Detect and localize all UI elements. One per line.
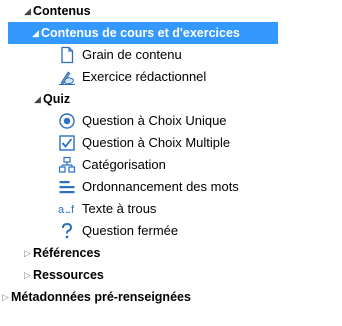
tree-node-label: Grain de contenu — [82, 47, 182, 62]
writing-hand-icon — [58, 68, 76, 86]
question-mark-icon — [58, 222, 76, 240]
svg-text:f: f — [71, 204, 75, 216]
tree-node-qcm[interactable]: Question à Choix Multiple — [58, 132, 230, 154]
tree-node-label: Question à Choix Multiple — [82, 135, 231, 150]
collapsed-arrow-icon[interactable]: ▷ — [24, 264, 33, 286]
tree-node-label: Métadonnées pré-renseignées — [11, 290, 191, 304]
tree-node-label: Quiz — [43, 92, 71, 106]
radio-icon — [58, 112, 76, 130]
checkbox-icon — [58, 134, 76, 152]
tree-node-label: Contenus — [33, 4, 91, 18]
tree-node-label: Catégorisation — [82, 157, 166, 172]
tree-node-contenus[interactable]: ◢ Contenus — [24, 0, 91, 22]
collapsed-arrow-icon[interactable]: ▷ — [2, 286, 11, 308]
tree-node-label: Question à Choix Unique — [82, 113, 227, 128]
tree-node-exercice[interactable]: Exercice rédactionnel — [58, 66, 206, 88]
tree-node-texte-trous[interactable]: a f Texte à trous — [58, 198, 156, 220]
tree-node-label: Question fermée — [82, 223, 179, 238]
hierarchy-icon — [58, 156, 76, 174]
page-icon — [58, 46, 76, 64]
tree-node-contenus-cours[interactable]: ◢ Contenus de cours et d'exercices — [8, 22, 278, 44]
expanded-arrow-icon[interactable]: ◢ — [24, 0, 33, 22]
fill-blank-icon: a f — [58, 200, 76, 218]
tree-node-ordonnancement[interactable]: Ordonnancement des mots — [58, 176, 239, 198]
tree-node-label: Texte à trous — [82, 201, 157, 216]
collapsed-arrow-icon[interactable]: ▷ — [24, 242, 33, 264]
tree-node-quiz[interactable]: ◢ Quiz — [34, 88, 70, 110]
tree-node-metadonnees[interactable]: ▷ Métadonnées pré-renseignées — [2, 286, 191, 308]
tree-node-categorisation[interactable]: Catégorisation — [58, 154, 166, 176]
tree-node-label: Contenus de cours et d'exercices — [41, 26, 240, 40]
tree-node-label: Ordonnancement des mots — [82, 179, 239, 194]
expanded-arrow-icon[interactable]: ◢ — [32, 22, 41, 44]
tree-node-question-fermee[interactable]: Question fermée — [58, 220, 178, 242]
tree-node-label: Ressources — [33, 268, 104, 282]
tree-node-label: Exercice rédactionnel — [82, 69, 207, 84]
svg-text:a: a — [58, 204, 65, 216]
tree-node-label: Références — [33, 246, 101, 260]
expanded-arrow-icon[interactable]: ◢ — [34, 88, 43, 110]
tree-node-ressources[interactable]: ▷ Ressources — [24, 264, 104, 286]
tree-node-references[interactable]: ▷ Références — [24, 242, 100, 264]
tree-node-qcu[interactable]: Question à Choix Unique — [58, 110, 227, 132]
lines-icon — [58, 178, 76, 196]
tree-node-grain[interactable]: Grain de contenu — [58, 44, 182, 66]
